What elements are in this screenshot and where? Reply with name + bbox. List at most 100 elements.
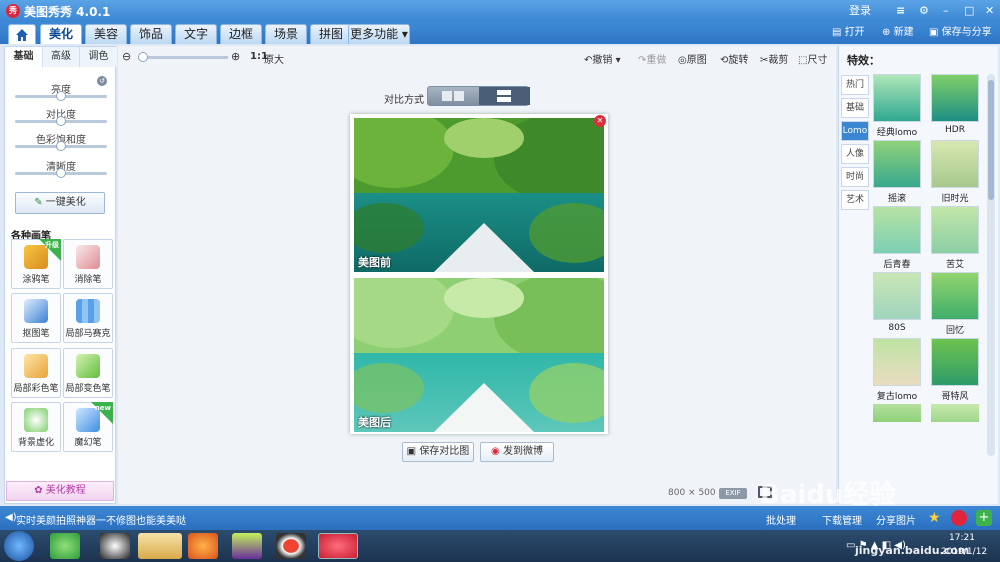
zoom-slider[interactable] (138, 52, 228, 62)
eraser-pen-tool[interactable]: 消除笔 (63, 239, 113, 289)
category-art[interactable]: 艺术 (841, 190, 869, 210)
site-watermark: jingyan.baidu.com (855, 544, 970, 557)
save-share-button[interactable]: ▣ 保存与分享 (929, 26, 992, 40)
side-by-side-mode-button[interactable] (428, 87, 479, 105)
effect-youth[interactable]: 后青春 (873, 206, 921, 270)
doodle-pen-tool[interactable]: 升级 涂鸦笔 (11, 239, 61, 289)
zoom-out-icon[interactable]: ⊖ (122, 50, 131, 63)
taskbar-meitu-icon[interactable] (318, 533, 358, 559)
redo-button[interactable]: ↷重做 (638, 51, 666, 66)
sharpness-slider[interactable] (15, 168, 107, 178)
taskbar-app-green-icon[interactable] (50, 533, 80, 559)
canvas-area: ⊖ ⊕ 1:1 原大 ↶撤销 ▾ ↷重做 ◎原图 ⟲旋转 ✂裁剪 ⬚尺寸 对比方… (118, 46, 836, 504)
cutout-pen-tool[interactable]: 抠图笔 (11, 293, 61, 343)
effect-rock[interactable]: 摇滚 (873, 140, 921, 204)
magic-pen-tool[interactable]: new 魔幻笔 (63, 402, 113, 452)
effects-scrollbar-thumb[interactable] (988, 80, 994, 200)
taskbar-video-icon[interactable] (232, 533, 262, 559)
effect-classic-lomo[interactable]: 经典lomo (873, 74, 921, 138)
rotate-button[interactable]: ⟲旋转 (720, 51, 748, 66)
star-icon[interactable]: ★ (928, 510, 941, 526)
windows-taskbar: ▭ ⚑ ▲ ◧ ◀) 17:21 2019/1/12 (0, 530, 1000, 562)
share-images-button[interactable]: 分享图片 (876, 512, 916, 527)
tab-beauty[interactable]: 美容 (85, 24, 127, 44)
effect-hdr[interactable]: HDR (931, 74, 979, 138)
after-photo[interactable]: 美图后 (352, 276, 606, 434)
start-button-icon[interactable] (4, 531, 34, 561)
plus-icon: ⊕ (882, 27, 891, 38)
add-icon[interactable]: + (976, 510, 992, 526)
zoom-knob[interactable] (138, 52, 148, 62)
exif-badge[interactable]: EXIF (719, 488, 747, 499)
sharpness-knob[interactable] (56, 168, 66, 178)
menu-icon[interactable]: ≡ (896, 4, 905, 18)
status-message[interactable]: 实时美颜拍照神器一不修图也能美美哒 (16, 512, 186, 527)
local-recolor-pen-tool[interactable]: 局部变色笔 (63, 348, 113, 398)
effect-gothic[interactable]: 哥特风 (931, 338, 979, 402)
contrast-slider[interactable] (15, 116, 107, 126)
close-compare-icon[interactable]: ✕ (594, 115, 606, 127)
tab-beautify[interactable]: 美化 (40, 24, 82, 44)
one-click-beautify-button[interactable]: ✎ 一键美化 (15, 192, 105, 214)
effect-thumbnail-partial[interactable] (931, 404, 979, 422)
effect-80s[interactable]: 80S (873, 272, 921, 336)
minimize-button[interactable]: – (943, 4, 949, 18)
brightness-knob[interactable] (56, 91, 66, 101)
original-image-button[interactable]: ◎原图 (678, 51, 707, 66)
close-button[interactable]: ✕ (985, 4, 994, 18)
effect-retro-lomo[interactable]: 复古lomo (873, 338, 921, 402)
send-weibo-button[interactable]: ◉ 发到微博 (480, 442, 554, 462)
before-photo[interactable]: 美图前 (352, 116, 606, 274)
saturation-knob[interactable] (56, 141, 66, 151)
settings-icon[interactable]: ⚙ (919, 4, 929, 18)
undo-button[interactable]: ↶撤销 ▾ (584, 51, 621, 66)
background-blur-tool[interactable]: 背景虚化 (11, 402, 61, 452)
tab-text[interactable]: 文字 (175, 24, 217, 44)
effect-memory[interactable]: 回忆 (931, 272, 979, 336)
subtab-basic[interactable]: 基础 (5, 47, 43, 67)
contrast-knob[interactable] (56, 116, 66, 126)
category-basic[interactable]: 基础 (841, 98, 869, 118)
save-compare-button[interactable]: ▣ 保存对比图 (402, 442, 474, 462)
download-manager-button[interactable]: 下载管理 (822, 512, 862, 527)
zoom-in-icon[interactable]: ⊕ (231, 50, 240, 63)
clock-time: 17:21 (949, 533, 975, 543)
tab-more[interactable]: 更多功能 ▾ (348, 24, 410, 44)
category-fashion[interactable]: 时尚 (841, 167, 869, 187)
tab-collage[interactable]: 拼图 (310, 24, 352, 44)
subtab-color[interactable]: 调色 (80, 47, 117, 67)
brightness-slider[interactable] (15, 91, 107, 101)
category-hot[interactable]: 热门 (841, 75, 869, 95)
disk-icon: ▣ (406, 446, 417, 457)
local-color-pen-tool[interactable]: 局部彩色笔 (11, 348, 61, 398)
weibo-share-icon[interactable] (951, 510, 967, 526)
crop-button[interactable]: ✂裁剪 (760, 51, 788, 66)
category-lomo[interactable]: Lomo (841, 121, 869, 141)
effect-absinthe[interactable]: 苦艾 (931, 206, 979, 270)
maximize-button[interactable]: □ (964, 4, 974, 18)
effect-thumbnail-partial[interactable] (873, 404, 921, 422)
mosaic-tool[interactable]: 局部马赛克 (63, 293, 113, 343)
taskbar-firefox-icon[interactable] (188, 533, 218, 559)
taskbar-qq-icon[interactable] (100, 533, 130, 559)
new-button[interactable]: ⊕ 新建 (882, 26, 914, 40)
login-link[interactable]: 登录 (849, 4, 871, 18)
category-portrait[interactable]: 人像 (841, 144, 869, 164)
taskbar-explorer-icon[interactable] (138, 533, 182, 559)
effects-panel: 特效： 热门 基础 Lomo 人像 时尚 艺术 经典lomo HDR 摇滚 旧时… (838, 46, 998, 504)
resize-button[interactable]: ⬚尺寸 (798, 51, 827, 66)
taskbar-record-icon[interactable] (276, 533, 306, 559)
batch-process-button[interactable]: 批处理 (766, 512, 796, 527)
effect-old-times[interactable]: 旧时光 (931, 140, 979, 204)
tab-scene[interactable]: 场景 (265, 24, 307, 44)
tutorial-button[interactable]: ✿ 美化教程 (6, 481, 114, 501)
home-tab[interactable] (8, 24, 36, 44)
app-title: 美图秀秀 4.0.1 (24, 5, 111, 19)
subtab-advanced[interactable]: 高级 (43, 47, 80, 67)
open-button[interactable]: ▤ 打开 (832, 26, 865, 40)
top-bottom-mode-button[interactable] (479, 87, 530, 105)
tab-border[interactable]: 边框 (220, 24, 262, 44)
saturation-slider[interactable] (15, 141, 107, 151)
original-size-button[interactable]: 原大 (264, 51, 284, 66)
tab-accessories[interactable]: 饰品 (130, 24, 172, 44)
